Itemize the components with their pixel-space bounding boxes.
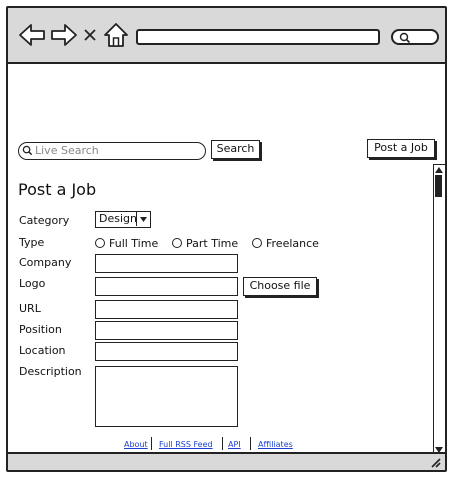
position-input[interactable] [95, 321, 238, 340]
close-icon[interactable] [81, 22, 99, 48]
chevron-down-icon[interactable] [136, 212, 150, 226]
type-radio-full-time[interactable]: Full Time [95, 237, 158, 250]
type-radio-part-time[interactable]: Part Time [172, 237, 238, 250]
browser-status-bar [8, 452, 445, 470]
url-label: URL [19, 302, 41, 315]
logo-file-field[interactable] [95, 277, 238, 296]
logo-label: Logo [19, 277, 46, 290]
back-arrow-icon[interactable] [18, 22, 46, 48]
category-label: Category [19, 214, 70, 227]
search-icon [399, 32, 411, 44]
browser-search-box[interactable] [391, 29, 439, 45]
radio-label: Freelance [266, 237, 319, 250]
type-label: Type [19, 236, 45, 249]
search-icon [22, 145, 33, 156]
company-input[interactable] [95, 254, 238, 273]
radio-circle-icon [252, 238, 262, 248]
live-search-placeholder: Live Search [35, 144, 99, 157]
browser-window: Live Search Search Post a Job Post a Job… [6, 6, 447, 472]
radio-label: Part Time [186, 237, 239, 250]
category-selected-value: Design [99, 212, 137, 225]
footer-link-affiliates[interactable]: Affiliates [258, 440, 293, 449]
resize-grip-icon[interactable] [429, 456, 441, 468]
description-textarea[interactable] [95, 366, 238, 427]
post-job-button[interactable]: Post a Job [367, 139, 435, 158]
footer-separator [222, 437, 223, 450]
company-label: Company [19, 256, 72, 269]
footer-link-api[interactable]: API [228, 440, 241, 449]
radio-label: Full Time [109, 237, 159, 250]
url-input[interactable] [95, 300, 238, 319]
description-label: Description [19, 365, 82, 378]
radio-circle-icon [172, 238, 182, 248]
address-bar[interactable] [136, 29, 380, 45]
browser-toolbar [8, 8, 445, 64]
category-select[interactable]: Design [95, 211, 151, 228]
location-input[interactable] [95, 342, 238, 361]
footer-separator [250, 437, 251, 450]
scrollbar-thumb[interactable] [435, 175, 442, 197]
position-label: Position [19, 323, 62, 336]
page-title: Post a Job [18, 180, 97, 199]
forward-arrow-icon[interactable] [50, 22, 78, 48]
footer-separator [151, 437, 152, 450]
home-icon[interactable] [102, 22, 130, 48]
choose-file-button[interactable]: Choose file [243, 277, 317, 296]
scroll-up-icon[interactable] [435, 166, 443, 174]
type-radio-freelance[interactable]: Freelance [252, 237, 319, 250]
live-search-input[interactable]: Live Search [18, 142, 206, 160]
location-label: Location [19, 344, 66, 357]
vertical-scrollbar[interactable] [433, 164, 445, 456]
radio-circle-icon [95, 238, 105, 248]
search-button[interactable]: Search [211, 140, 260, 159]
footer-link-rss[interactable]: Full RSS Feed [159, 440, 213, 449]
page-content: Live Search Search Post a Job Post a Job… [8, 64, 445, 456]
footer-link-about[interactable]: About [124, 440, 148, 449]
